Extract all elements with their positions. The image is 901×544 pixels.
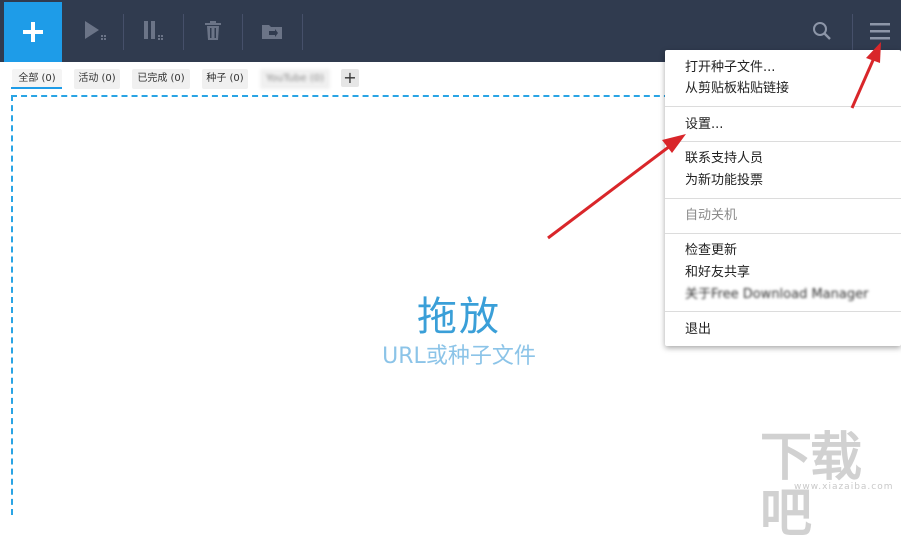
watermark: 下载吧 www.xiazaiba.com	[760, 430, 901, 542]
menu-item-open-torrent[interactable]: 打开种子文件...	[685, 60, 775, 76]
add-tab-button[interactable]: +	[341, 69, 359, 87]
menu-item-about[interactable]: 关于Free Download Manager	[685, 287, 868, 303]
active-tab-indicator	[11, 87, 62, 89]
delete-button[interactable]	[184, 2, 242, 60]
menu-item-exit[interactable]: 退出	[685, 322, 711, 338]
menu-separator	[665, 141, 901, 142]
move-button[interactable]	[243, 2, 301, 60]
pause-icon	[144, 21, 163, 40]
pause-button[interactable]	[125, 2, 183, 60]
tab-youtube[interactable]: YouTube (0)	[260, 69, 330, 89]
menu-separator	[665, 106, 901, 107]
menu-item-check-updates[interactable]: 检查更新	[685, 243, 737, 259]
menu-item-settings[interactable]: 设置...	[685, 117, 723, 133]
menu-item-paste-link[interactable]: 从剪贴板粘贴链接	[685, 81, 789, 97]
menu-item-auto-shutdown[interactable]: 自动关机	[685, 208, 737, 224]
search-icon	[813, 22, 831, 40]
add-download-button[interactable]	[4, 2, 62, 62]
move-icon	[262, 25, 282, 39]
menu-item-share[interactable]: 和好友共享	[685, 265, 750, 281]
watermark-url: www.xiazaiba.com	[794, 482, 894, 492]
main-menu-dropdown: 打开种子文件... 从剪贴板粘贴链接 设置... 联系支持人员 为新功能投票 自…	[665, 50, 901, 346]
tab-completed[interactable]: 已完成 (0)	[132, 69, 190, 89]
hamburger-menu-icon	[870, 23, 890, 40]
menu-separator	[665, 233, 901, 234]
toolbar-separator	[123, 14, 124, 50]
tab-all[interactable]: 全部 (0)	[12, 69, 62, 89]
tab-active[interactable]: 活动 (0)	[74, 69, 120, 89]
menu-item-contact-support[interactable]: 联系支持人员	[685, 151, 763, 167]
plus-icon	[23, 22, 43, 42]
start-button[interactable]	[66, 2, 124, 60]
menu-item-vote-features[interactable]: 为新功能投票	[685, 173, 763, 189]
menu-separator	[665, 198, 901, 199]
toolbar-separator	[852, 14, 853, 50]
toolbar-separator	[302, 14, 303, 50]
tab-torrents[interactable]: 种子 (0)	[202, 69, 248, 89]
trash-icon	[205, 21, 221, 40]
play-icon	[85, 21, 106, 40]
menu-separator	[665, 311, 901, 312]
